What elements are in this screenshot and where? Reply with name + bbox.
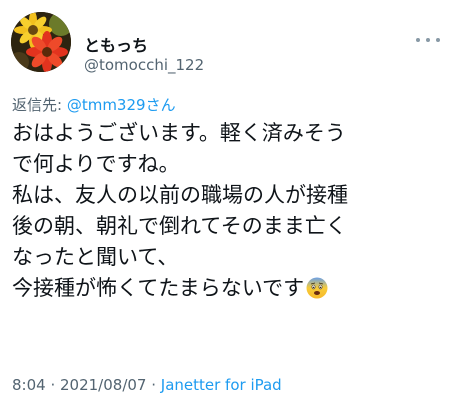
reply-to-line: 返信先: @tmm329さん — [12, 94, 176, 115]
tweet-meta: 8:04 · 2021/08/07 · Janetter for iPad — [12, 376, 282, 394]
tweet-card: ともっち @tomocchi_122 返信先: @tmm329さん おはようござ… — [0, 0, 452, 411]
author-display-name[interactable]: ともっち — [84, 32, 148, 56]
reply-target-link[interactable]: @tmm329さん — [67, 96, 176, 114]
flower-avatar-icon[interactable] — [11, 12, 71, 72]
tweet-line: 今接種が怖くてたまらないです — [12, 276, 305, 300]
avatar-image — [11, 12, 71, 72]
tweet-last-line: 今接種が怖くてたまらないです — [12, 273, 444, 304]
tweet-line: 私は、友人の以前の職場の人が接種 — [12, 183, 348, 207]
meta-separator: · — [146, 376, 161, 394]
tweet-line: 後の朝、朝礼で倒れてそのまま亡く — [12, 214, 347, 238]
tweet-line: で何よりですね。 — [12, 152, 180, 176]
tweet-line: なったと聞いて、 — [12, 245, 179, 269]
client-link[interactable]: Janetter for iPad — [161, 376, 282, 394]
meta-separator: · — [45, 376, 60, 394]
tweet-text: おはようございます。軽く済みそう で何よりですね。 私は、友人の以前の職場の人が… — [12, 118, 444, 304]
dot — [426, 38, 430, 42]
tweet-date[interactable]: 2021/08/07 — [60, 376, 146, 394]
tweet-time[interactable]: 8:04 — [12, 376, 46, 394]
tweet-line: おはようございます。軽く済みそう — [12, 121, 346, 145]
author-handle[interactable]: @tomocchi_122 — [84, 56, 204, 74]
dot — [416, 38, 420, 42]
reply-label: 返信先: — [12, 96, 67, 114]
more-dots-icon[interactable] — [416, 32, 440, 48]
dot — [436, 38, 440, 42]
fearful-face-emoji-icon — [306, 277, 328, 299]
